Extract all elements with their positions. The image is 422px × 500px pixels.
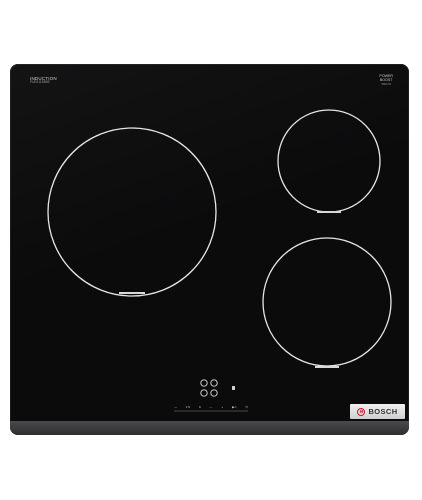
medium-zone-marker-icon (315, 366, 339, 368)
hob-bottom-frame (10, 421, 409, 435)
brand-plate: ⊖ BOSCH (350, 404, 405, 419)
control-level-low[interactable]: 1.5 (186, 405, 190, 409)
touch-control-strip[interactable]: — 1.5 9 — + ▶⏲ ⏻ (174, 403, 248, 411)
medium-cooking-zone[interactable] (262, 237, 392, 367)
small-cooking-zone[interactable] (277, 109, 381, 213)
cooking-zones (47, 109, 392, 412)
large-cooking-zone[interactable] (47, 127, 217, 297)
control-power[interactable]: ⏻ (246, 405, 248, 409)
small-zone-marker-icon (317, 211, 341, 213)
control-dash[interactable]: — (210, 405, 213, 409)
large-zone-marker-icon (119, 292, 145, 294)
brand-name: BOSCH (368, 407, 398, 416)
child-lock-icon[interactable] (232, 386, 235, 390)
four-circle-zone-icon[interactable] (200, 379, 218, 397)
control-plus[interactable]: + (221, 405, 223, 409)
control-timer[interactable]: ▶⏲ (232, 405, 237, 409)
product-photo: INDUCTION PUE611BB5E POWER BOOST 3600 W (0, 0, 422, 500)
control-level-high[interactable]: 9 (199, 405, 201, 409)
induction-hob: INDUCTION PUE611BB5E POWER BOOST 3600 W (10, 64, 409, 435)
control-minus[interactable]: — (174, 405, 177, 409)
bosch-logo-icon: ⊖ (357, 407, 366, 416)
